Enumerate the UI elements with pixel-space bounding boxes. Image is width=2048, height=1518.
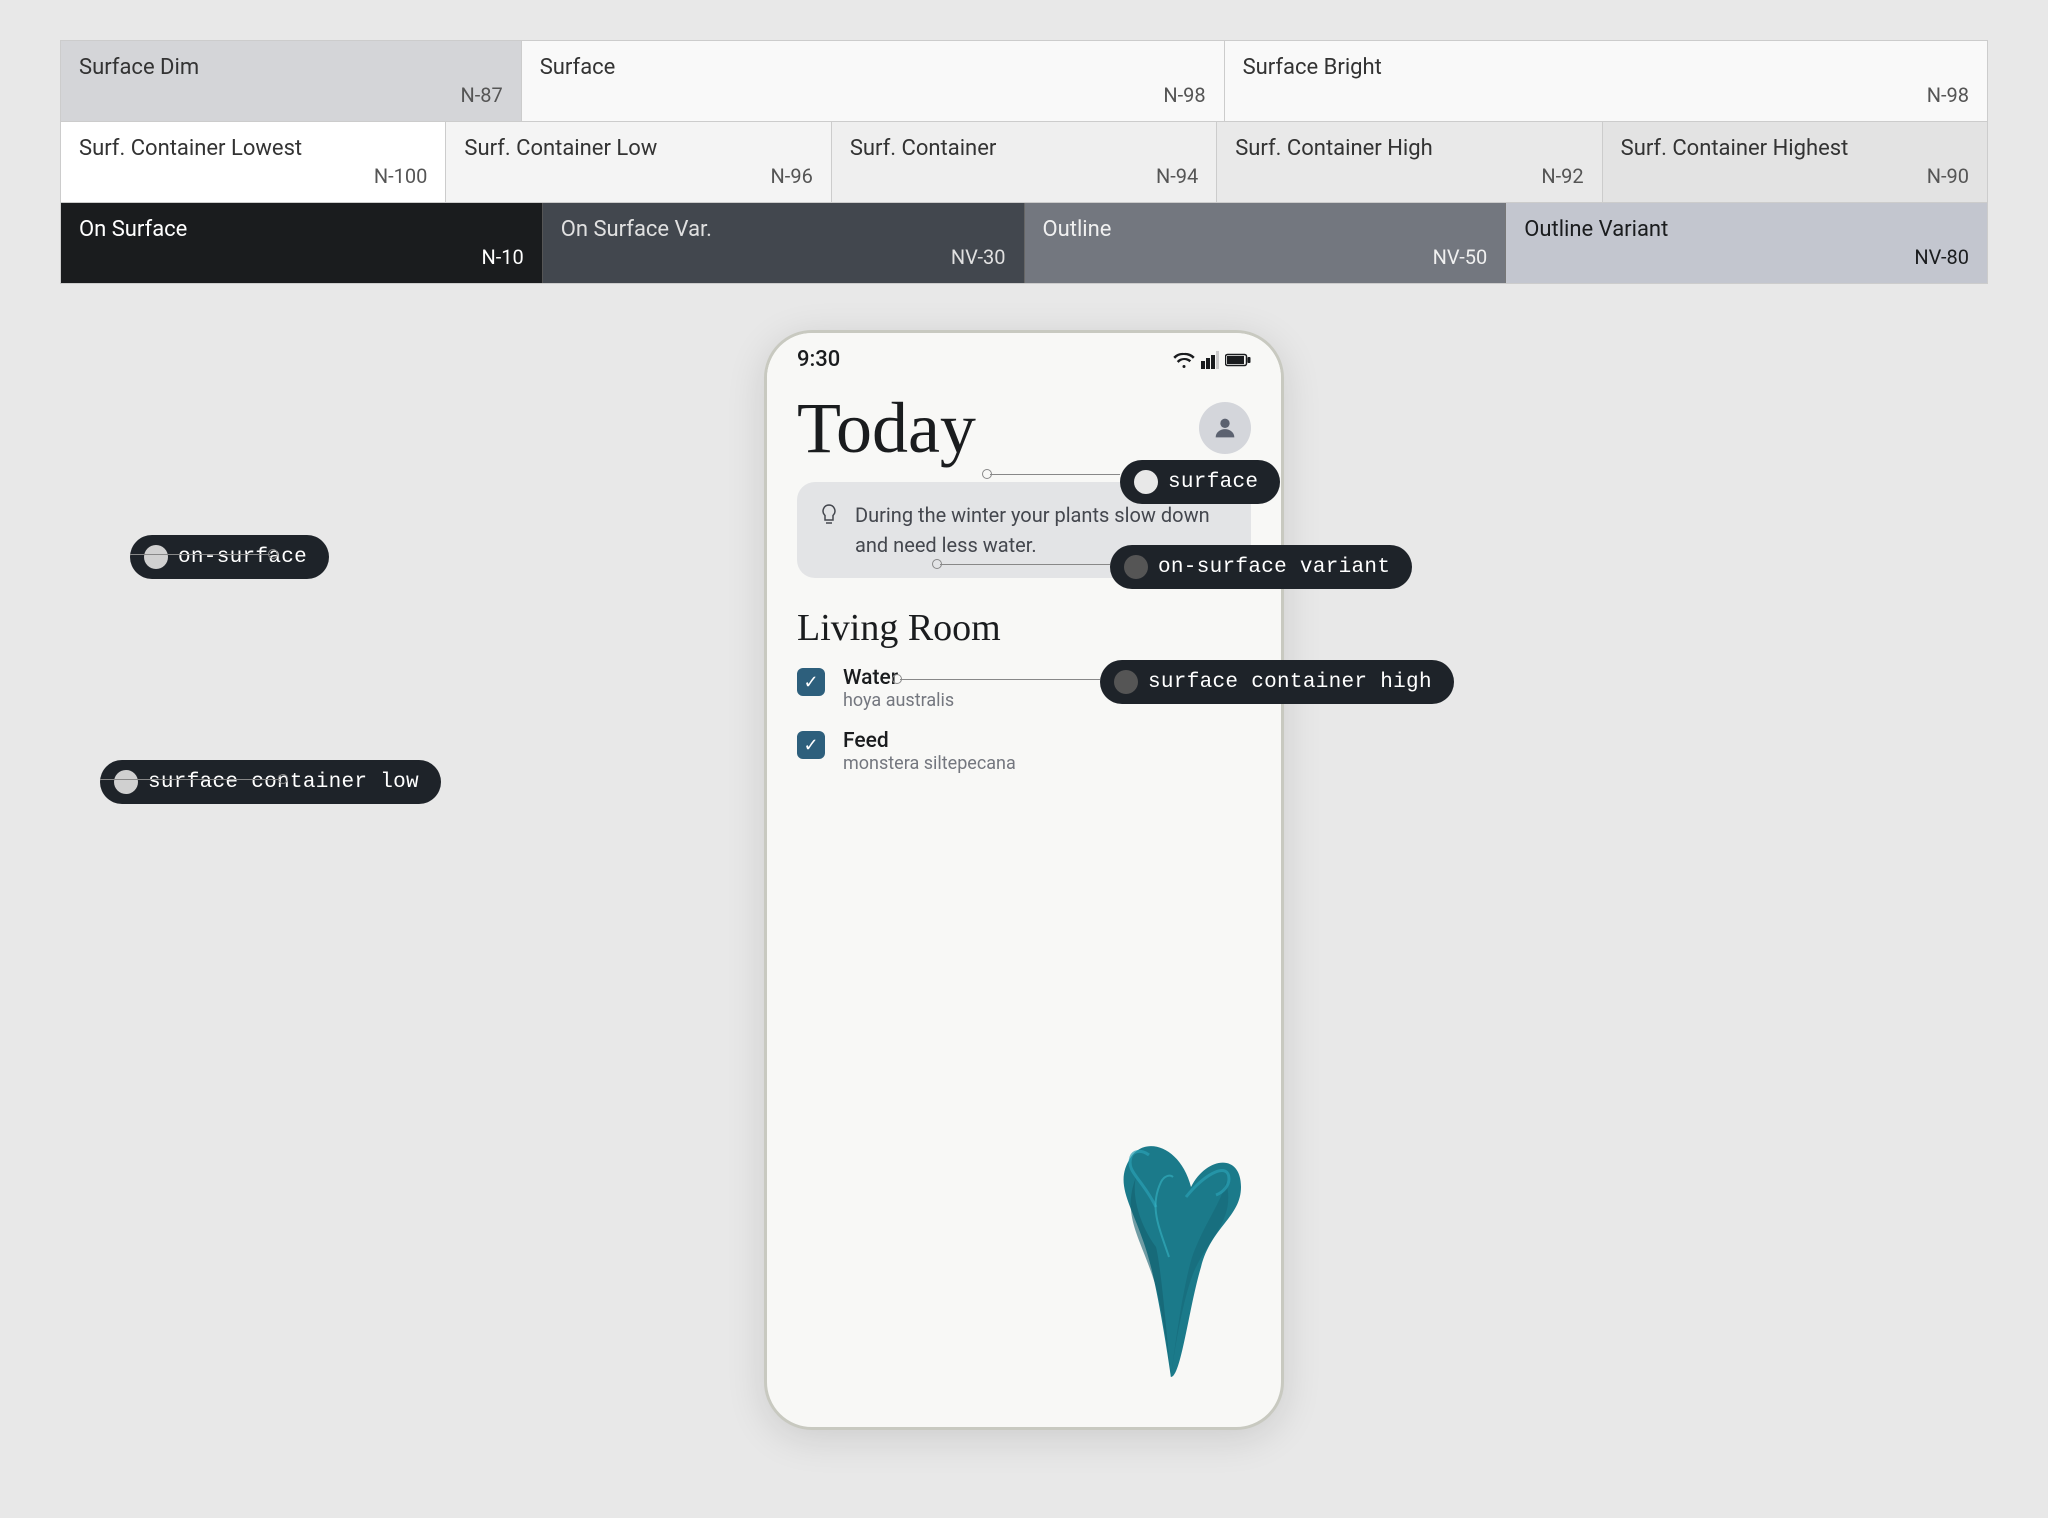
checkbox-water[interactable]: ✓ [797,668,825,696]
section-title: Living Room [797,606,1251,650]
battery-icon [1225,352,1251,368]
swatch-outline: Outline NV-50 [1025,203,1507,283]
annotation-line-surface [990,474,1120,475]
annotation-circle-surface-container-high [1114,670,1138,694]
annotation-circle-surface-container-low [114,770,138,794]
swatch-on-surface-variant: On Surface Var. NV-30 [543,203,1025,283]
swatch-container: Surf. Container N-94 [832,122,1217,202]
person-icon [1211,414,1239,442]
swatch-row-2: Surf. Container Lowest N-100 Surf. Conta… [60,122,1988,203]
plant-illustration [1081,1107,1261,1387]
swatch-container-lowest: Surf. Container Lowest N-100 [61,122,446,202]
task-item-feed: ✓ Feed monstera siltepecana [797,729,1251,774]
annotation-dot-surface [982,469,992,479]
status-icons [1173,351,1251,369]
annotation-line-on-surface [130,554,270,555]
annotation-label-on-surface-variant: on-surface variant [1110,545,1412,589]
swatch-row-1: Surface Dim N-87 Surface N-98 Surface Br… [60,40,1988,122]
swatch-table: Surface Dim N-87 Surface N-98 Surface Br… [60,40,1988,284]
annotation-label-on-surface: on-surface [130,535,329,579]
annotation-line-surface-container-low [100,779,280,780]
lightbulb-icon [817,502,841,532]
swatch-container-high: Surf. Container High N-92 [1217,122,1602,202]
phone-content: Today During the winter your plants sl [767,382,1281,812]
task-name-feed: Feed [843,729,1016,753]
annotation-dot-surface-container-low [278,774,288,784]
swatch-container-low: Surf. Container Low N-96 [446,122,831,202]
swatch-outline-variant: Outline Variant NV-80 [1506,203,1987,283]
annotation-line-surface-container-high [900,679,1100,680]
annotation-dot-on-surface [268,549,278,559]
checkbox-feed[interactable]: ✓ [797,731,825,759]
avatar-button[interactable] [1199,402,1251,454]
annotation-label-surface-container-high: surface container high [1100,660,1454,704]
status-bar: 9:30 [767,333,1281,382]
annotation-circle-surface [1134,470,1158,494]
phone-mockup-area: 9:30 [0,330,2048,1518]
annotation-circle-on-surface [144,545,168,569]
swatch-surface-dim: Surface Dim N-87 [61,41,522,121]
annotation-dot-onsurface-variant [932,559,942,569]
signal-icon [1201,351,1219,369]
swatch-surface-bright: Surface Bright N-98 [1225,41,1987,121]
swatch-on-surface: On Surface N-10 [61,203,543,283]
annotation-label-surface-container-low: surface container low [100,760,441,804]
today-heading: Today [797,392,976,464]
annotation-circle-on-surface-variant [1124,555,1148,579]
task-plant-feed: monstera siltepecana [843,753,1016,774]
swatch-surface: Surface N-98 [522,41,1225,121]
phone-header-row: Today [797,392,1251,464]
annotation-line-onsurface-variant [940,564,1110,565]
wifi-icon [1173,351,1195,369]
annotation-label-surface: surface [1120,460,1280,504]
annotation-dot-surface-container-high [892,674,902,684]
swatch-container-highest: Surf. Container Highest N-90 [1603,122,1987,202]
task-plant-water: hoya australis [843,690,954,711]
swatch-row-3: On Surface N-10 On Surface Var. NV-30 Ou… [60,203,1988,284]
